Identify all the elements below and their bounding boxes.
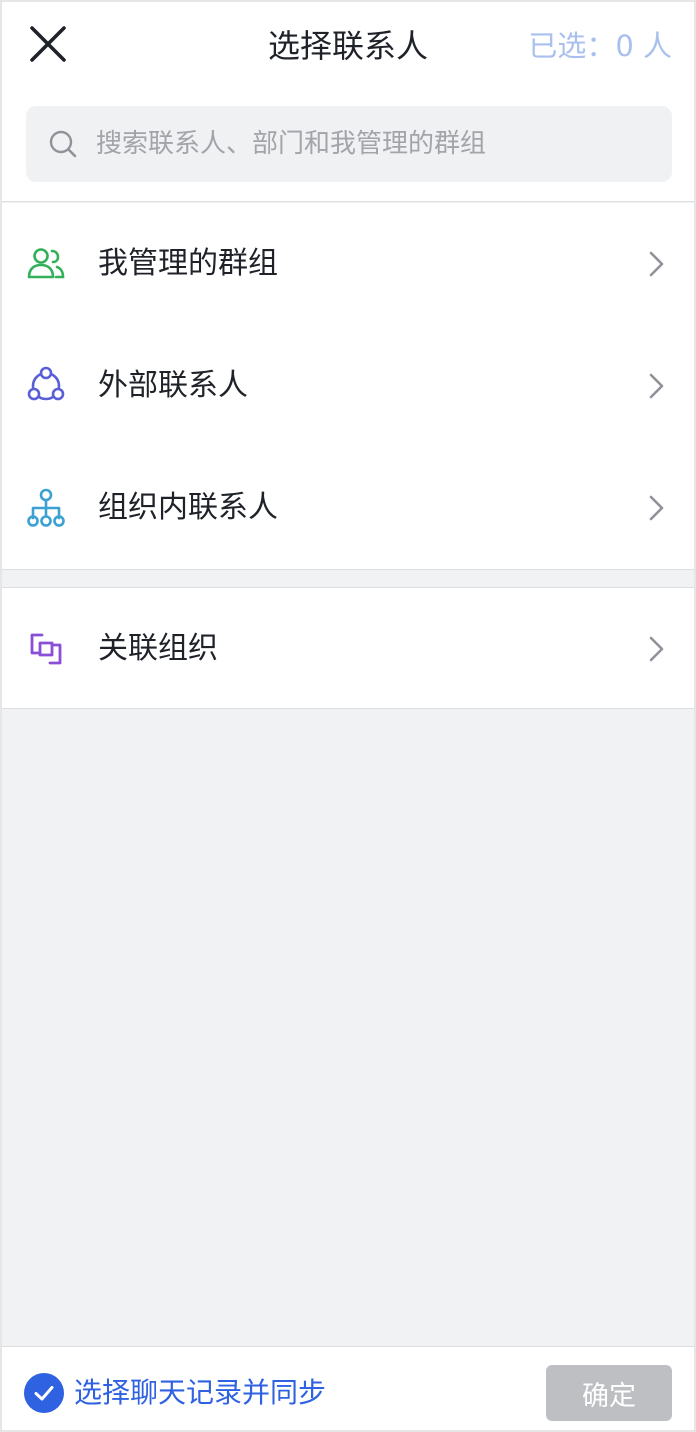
selected-count: 已选：0 人 [528, 29, 672, 63]
list-item-label: 组织内联系人 [98, 490, 278, 525]
header: 选择联系人 已选：0 人 [2, 2, 694, 202]
list-item-internal-contacts[interactable]: 组织内联系人 [2, 447, 694, 569]
sync-history-checkbox[interactable] [24, 1373, 64, 1413]
list-item-external-contacts[interactable]: 外部联系人 [2, 325, 694, 447]
chevron-right-icon [649, 495, 664, 521]
list-item-label: 我管理的群组 [98, 246, 278, 281]
chevron-right-icon [649, 636, 664, 662]
linked-org-list: 关联组织 [2, 587, 694, 709]
contact-picker-screen: 选择联系人 已选：0 人 我管理的群组 [0, 0, 696, 1432]
checkmark-icon [34, 1386, 54, 1401]
list-item-label: 关联组织 [98, 631, 218, 666]
confirm-button[interactable]: 确定 [546, 1365, 672, 1421]
list-item-managed-groups[interactable]: 我管理的群组 [2, 203, 694, 325]
search-box[interactable] [26, 106, 672, 182]
linked-org-icon [30, 633, 62, 665]
org-tree-icon [27, 488, 65, 527]
list-item-label: 外部联系人 [98, 368, 248, 403]
footer-bar: 选择聊天记录并同步 确定 [2, 1346, 694, 1430]
sync-history-label[interactable]: 选择聊天记录并同步 [74, 1373, 326, 1413]
chevron-right-icon [649, 373, 664, 399]
contact-source-list: 我管理的群组 外部联系人 组织内联系人 [2, 203, 694, 570]
external-network-icon [27, 366, 65, 401]
group-users-icon [27, 248, 65, 279]
search-input[interactable] [96, 129, 656, 159]
search-icon [49, 130, 77, 158]
list-item-linked-orgs[interactable]: 关联组织 [2, 588, 694, 710]
chevron-right-icon [649, 251, 664, 277]
